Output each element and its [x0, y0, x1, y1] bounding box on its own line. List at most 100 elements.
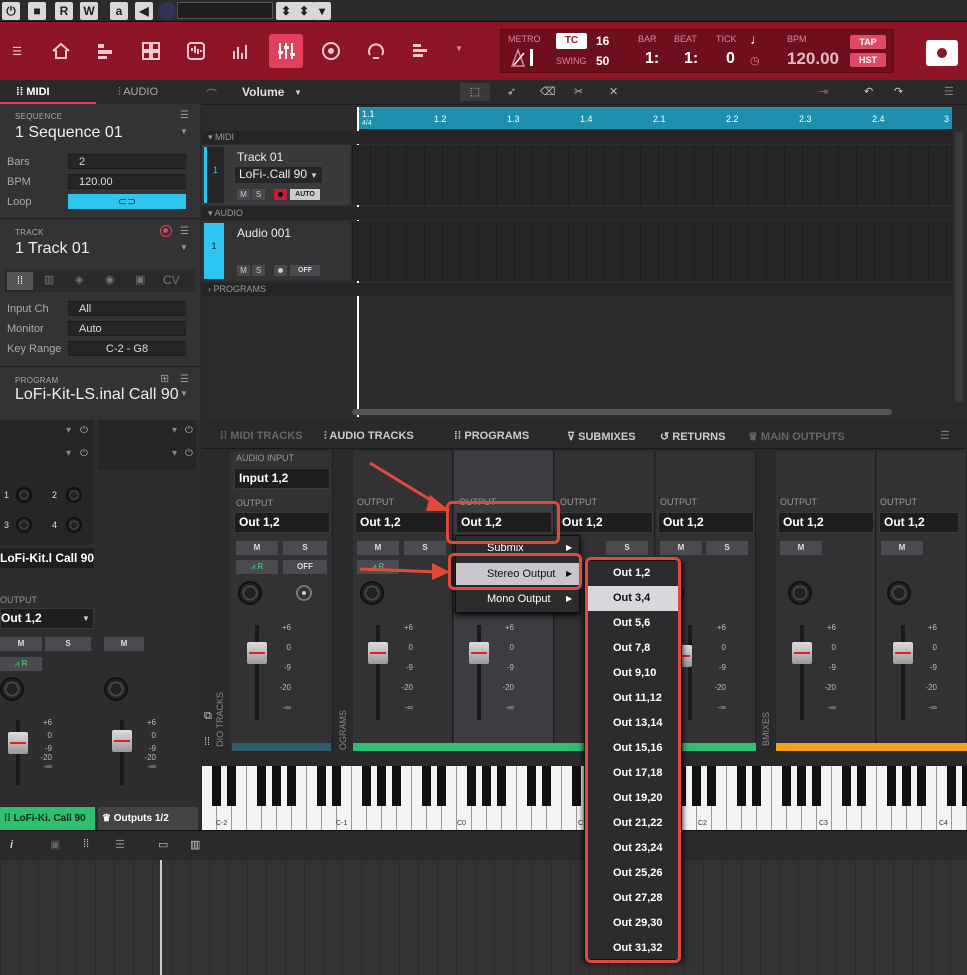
bars-field[interactable]: 2: [68, 154, 186, 169]
pad-knob[interactable]: [66, 487, 82, 503]
note-icon[interactable]: ♩: [750, 31, 764, 47]
grid-icon[interactable]: ⁞⁞: [204, 736, 210, 748]
volume-fader[interactable]: [112, 730, 132, 752]
power-icon[interactable]: ⏻: [80, 448, 88, 459]
pianoroll-grid[interactable]: [0, 860, 967, 975]
power-icon[interactable]: ⏻: [185, 448, 193, 459]
loop-punch-icon[interactable]: ⇥: [819, 85, 828, 98]
auto-button[interactable]: AUTO: [290, 189, 320, 200]
volume-fader[interactable]: [469, 642, 489, 664]
tab-midi-tracks[interactable]: ⁞⁞ MIDI TRACKS: [220, 430, 303, 442]
tab-audio-tracks[interactable]: ⫶ AUDIO TRACKS: [324, 430, 414, 443]
solo-button[interactable]: S: [283, 541, 327, 555]
tab-returns[interactable]: ↺ RETURNS: [660, 430, 725, 443]
input-ch-select[interactable]: All: [68, 301, 186, 316]
chevron-down-icon[interactable]: ▼: [180, 127, 188, 136]
tc-value[interactable]: 16: [596, 34, 609, 48]
hst-button[interactable]: HST: [850, 53, 886, 67]
clip-tab-icon[interactable]: ▣: [135, 273, 145, 286]
solo-button[interactable]: S: [606, 541, 648, 555]
chevron-down-icon[interactable]: ▼: [180, 389, 188, 398]
mute-button[interactable]: M: [660, 541, 702, 555]
undo-icon[interactable]: ↶: [864, 85, 873, 98]
chevron-down-icon[interactable]: ▼: [180, 243, 188, 252]
audio001-lane[interactable]: [352, 221, 952, 281]
chevron-down-icon[interactable]: ▾: [172, 448, 177, 459]
sample-edit-icon[interactable]: [179, 34, 213, 68]
pan-knob[interactable]: [887, 581, 911, 605]
swing-value[interactable]: 50: [596, 54, 609, 68]
power-icon[interactable]: ⏻: [2, 2, 20, 20]
menu-lines-icon[interactable]: ☰: [180, 110, 189, 121]
list-edit-icon[interactable]: [404, 34, 438, 68]
pads-view-icon[interactable]: [134, 34, 168, 68]
solo-button[interactable]: S: [252, 189, 265, 200]
track-name[interactable]: Track 01: [237, 150, 283, 164]
tab-programs[interactable]: ⁞⁞ PROGRAMS: [454, 430, 529, 442]
pads-icon[interactable]: ⁞⁞: [83, 838, 89, 850]
menu-lines-icon[interactable]: ☰: [180, 374, 189, 385]
stop-icon[interactable]: ■: [28, 2, 46, 20]
mute-tool-icon[interactable]: ✕: [609, 85, 618, 98]
volume-fader[interactable]: [792, 642, 812, 664]
tap-button[interactable]: TAP: [850, 35, 886, 49]
volume-fader[interactable]: [8, 732, 28, 754]
menu-lines-icon[interactable]: ☰: [944, 85, 954, 98]
pan-knob[interactable]: [0, 677, 24, 701]
tick-value[interactable]: 0: [726, 50, 735, 68]
mute-button[interactable]: M: [780, 541, 822, 555]
solo-button[interactable]: S: [252, 265, 265, 276]
mute-button[interactable]: M: [0, 637, 42, 651]
pad-knob[interactable]: [16, 487, 32, 503]
automation-button[interactable]: a: [110, 2, 128, 20]
track-select[interactable]: 1 Track 01: [15, 240, 90, 258]
solo-button[interactable]: S: [45, 637, 91, 651]
tab-main-outputs[interactable]: ♛ MAIN OUTPUTS: [748, 430, 845, 443]
bpm-field[interactable]: 120.00: [68, 174, 186, 189]
mute-button[interactable]: M: [236, 541, 278, 555]
pan-knob[interactable]: [104, 677, 128, 701]
bpm-header-value[interactable]: 120.00: [787, 49, 839, 69]
audio-section-header[interactable]: [202, 207, 952, 220]
record-button[interactable]: R: [55, 2, 73, 20]
output-select[interactable]: Out 1,2: [557, 512, 653, 533]
globe-icon[interactable]: [158, 2, 176, 20]
loop-toggle[interactable]: ⊂⊃: [68, 194, 186, 209]
automation-curve-icon[interactable]: ⌒: [206, 86, 217, 102]
chevron-down-icon[interactable]: ▾: [66, 448, 71, 459]
input-monitor-button[interactable]: [274, 265, 287, 276]
read-automation-button[interactable]: ⩘ R: [0, 657, 42, 671]
monitor-select[interactable]: Auto: [68, 321, 186, 336]
cv-tab[interactable]: CV: [163, 273, 180, 287]
nudge-down-icon[interactable]: ⬍: [294, 2, 314, 20]
midi-section-header[interactable]: [202, 131, 952, 144]
chevron-down-icon[interactable]: ▼: [455, 44, 463, 53]
track-program-select[interactable]: LoFi-.Call 90: [235, 167, 322, 183]
arrange-view-icon[interactable]: [89, 34, 123, 68]
programs-section-header[interactable]: [202, 283, 952, 296]
timer-icon[interactable]: ◷: [750, 54, 760, 67]
monitor-off-button[interactable]: OFF: [283, 560, 327, 574]
plugin-icon[interactable]: ⧉: [204, 710, 212, 723]
record-circle-icon[interactable]: [314, 34, 348, 68]
strip-footer-outputs[interactable]: ♛ Outputs 1/2: [98, 807, 198, 830]
mute-button[interactable]: M: [237, 189, 250, 200]
output-select[interactable]: Out 1,2: [879, 512, 959, 533]
redo-icon[interactable]: ↷: [894, 85, 903, 98]
mixer-icon[interactable]: ▭: [158, 838, 168, 851]
menu-lines-icon[interactable]: ☰: [180, 226, 189, 237]
output-select[interactable]: Out 1,2: [658, 512, 754, 533]
read-automation-button[interactable]: ⩘ R: [236, 560, 278, 574]
input-monitor-icon[interactable]: [296, 585, 312, 601]
tab-audio[interactable]: ⫶ AUDIO: [118, 86, 158, 99]
chevron-down-icon[interactable]: ▼: [310, 171, 318, 180]
mute-button[interactable]: M: [237, 265, 250, 276]
bar-value[interactable]: 1:: [645, 50, 659, 68]
track-view-icon[interactable]: ▣: [50, 838, 60, 851]
output-select[interactable]: Out 1,2: [234, 512, 330, 533]
volume-fader[interactable]: [893, 642, 913, 664]
dropdown-icon[interactable]: ▾: [313, 2, 331, 20]
nudge-up-icon[interactable]: ⬍: [276, 2, 296, 20]
menu-icon[interactable]: ☰: [0, 34, 34, 68]
home-icon[interactable]: [44, 34, 78, 68]
